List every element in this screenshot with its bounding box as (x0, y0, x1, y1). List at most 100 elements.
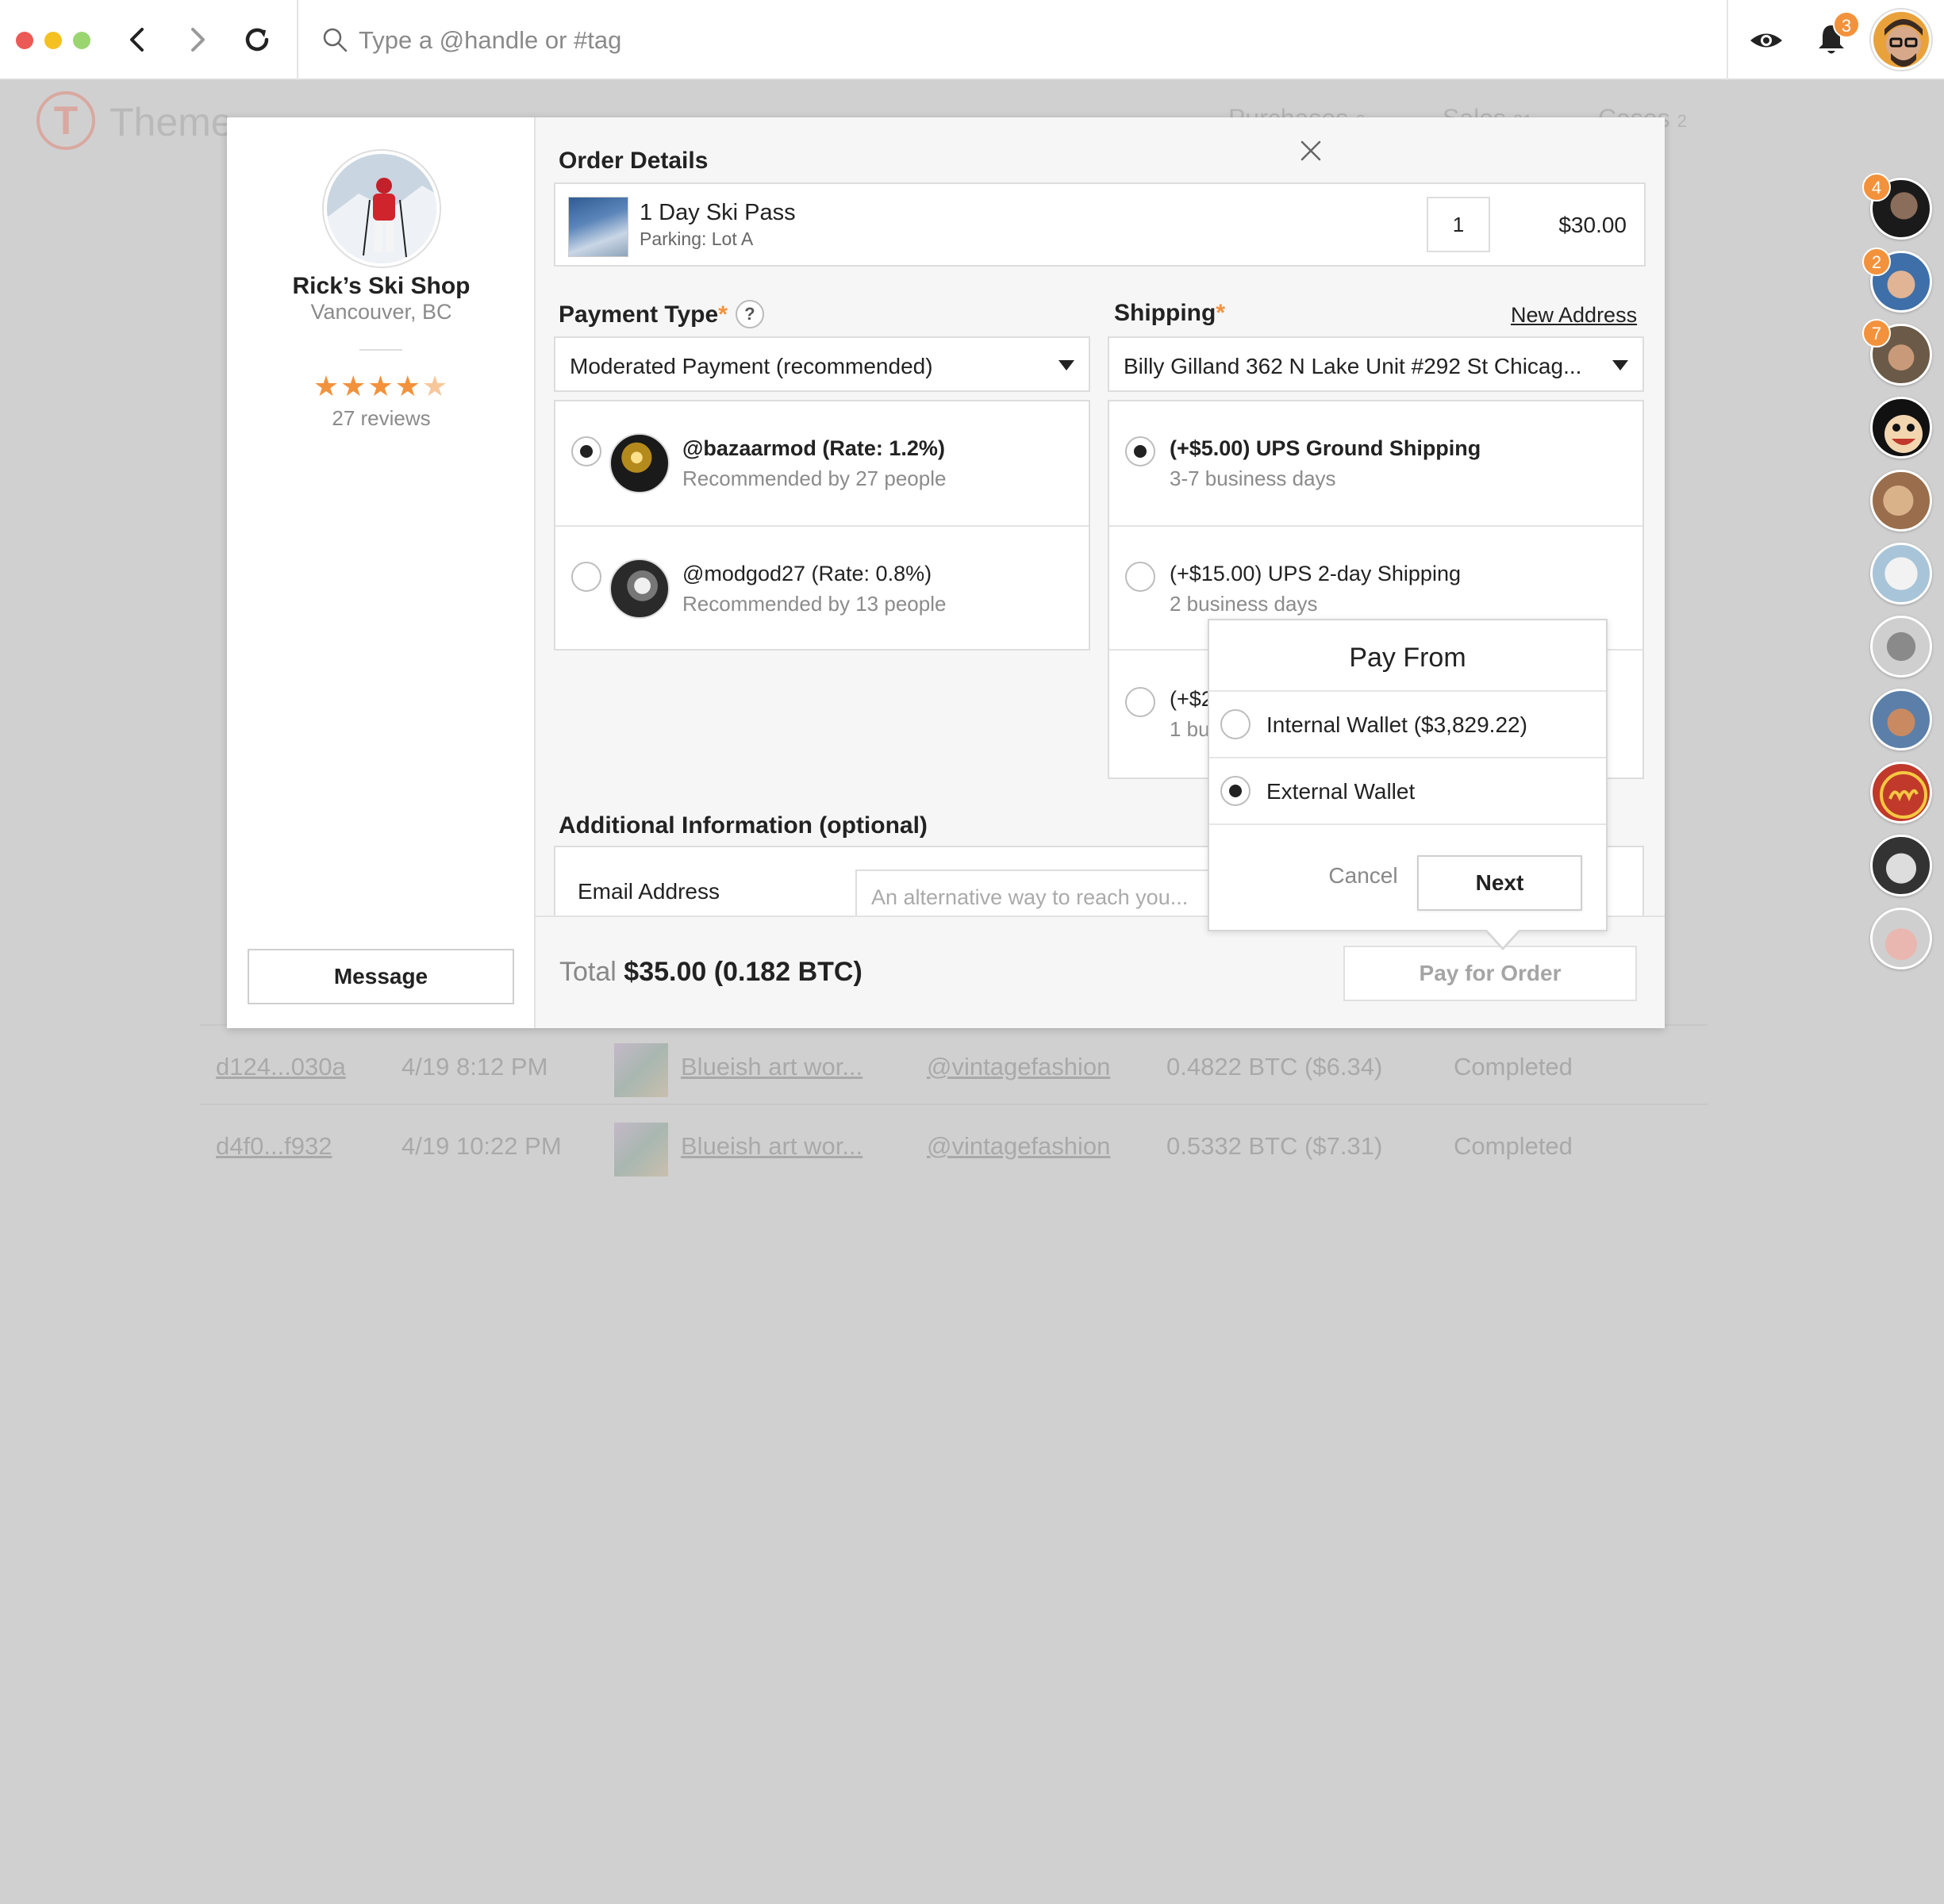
item-variant: Parking: Lot A (640, 228, 754, 249)
moderator-handle: @bazaarmod (682, 436, 816, 460)
toolbar-divider (297, 0, 298, 80)
friend-6-avatar[interactable] (1870, 543, 1932, 605)
friend-badge: 2 (1862, 248, 1891, 276)
moderator-avatar (609, 433, 670, 493)
wallet-option-external[interactable]: External Wallet (1209, 757, 1606, 823)
order-date: 4/19 10:22 PM (401, 1132, 562, 1160)
shipping-address-select[interactable]: Billy Gilland 362 N Lake Unit #292 St Ch… (1108, 336, 1644, 392)
item-thumbnail (614, 1123, 668, 1177)
browser-toolbar: 3 (0, 0, 1944, 80)
payment-type-text: Payment Type (559, 301, 719, 328)
back-icon[interactable] (121, 22, 156, 57)
order-total: Total $35.00 (0.182 BTC) (559, 957, 863, 988)
popover-arrow (1485, 930, 1520, 950)
additional-info-title: Additional Information (optional) (559, 812, 928, 839)
wallet-radio[interactable] (1220, 709, 1251, 739)
payment-type-label: Payment Type*? (559, 300, 764, 328)
shop-panel: Rick’s Ski Shop Vancouver, BC ★★★★★ 27 r… (227, 117, 536, 1028)
moderator-option[interactable]: @bazaarmod (Rate: 1.2%) Recommended by 2… (555, 401, 1089, 525)
divider (359, 349, 402, 351)
moderator-handle: @modgod27 (682, 562, 806, 585)
skier-avatar-icon (327, 154, 436, 263)
total-label: Total (559, 957, 617, 987)
shipping-radio[interactable] (1125, 687, 1155, 717)
shipping-option-title: (+$5.00) UPS Ground Shipping (1170, 436, 1481, 460)
table-row[interactable]: d4f0...f932 4/19 10:22 PM Blueish art wo… (200, 1104, 1708, 1183)
moderator-recommendations: Recommended by 27 people (682, 466, 947, 490)
friend-5-avatar[interactable] (1870, 470, 1932, 532)
store-link[interactable]: @vintagefashion (927, 1053, 1110, 1081)
moderator-radio[interactable] (571, 436, 601, 466)
shipping-option-time: 1 bu (1170, 717, 1210, 741)
order-item-row: 1 Day Ski Pass Parking: Lot A $30.00 (554, 182, 1646, 267)
payment-type-value: Moderated Payment (recommended) (570, 354, 933, 378)
friend-4-avatar[interactable] (1870, 397, 1932, 459)
order-date: 4/19 8:12 PM (401, 1053, 548, 1081)
shipping-option-title: (+$15.00) UPS 2-day Shipping (1170, 562, 1461, 585)
required-mark: * (718, 301, 728, 328)
item-thumbnail (568, 197, 628, 257)
shop-avatar[interactable] (324, 151, 440, 267)
shipping-label: Shipping* (1114, 300, 1225, 327)
quantity-field[interactable] (1427, 197, 1490, 252)
shipping-radio[interactable] (1125, 436, 1155, 466)
next-button[interactable]: Next (1417, 855, 1582, 911)
toolbar-divider (1727, 0, 1728, 80)
help-icon[interactable]: ? (735, 300, 764, 328)
refresh-icon[interactable] (240, 22, 275, 57)
user-avatar[interactable] (1871, 10, 1931, 70)
payment-type-select[interactable]: Moderated Payment (recommended) (554, 336, 1090, 392)
order-id-link[interactable]: d4f0...f932 (216, 1132, 332, 1161)
pay-for-order-button[interactable]: Pay for Order (1343, 946, 1637, 1001)
divider (1209, 823, 1606, 825)
wallet-label: External Wallet (1266, 779, 1416, 804)
friend-10-avatar[interactable] (1870, 835, 1932, 896)
shipping-text: Shipping (1114, 300, 1216, 326)
search-icon (323, 28, 348, 52)
friend-9-avatar[interactable] (1870, 762, 1932, 823)
star-rating: ★★★★★ (227, 370, 536, 403)
moderator-option[interactable]: @modgod27 (Rate: 0.8%) Recommended by 13… (555, 525, 1089, 649)
message-button[interactable]: Message (248, 949, 514, 1004)
app-logo: T (36, 91, 95, 150)
notification-count-badge: 3 (1833, 11, 1860, 38)
shop-name[interactable]: Rick’s Ski Shop (227, 273, 536, 300)
order-id-link[interactable]: d124...030a (216, 1053, 346, 1081)
moderator-name: @bazaarmod (Rate: 1.2%) (682, 436, 945, 461)
item-name: 1 Day Ski Pass (640, 200, 796, 225)
wallet-radio[interactable] (1220, 776, 1251, 806)
item-thumbnail (614, 1043, 668, 1097)
cancel-button[interactable]: Cancel (1298, 852, 1428, 900)
handle-search-input[interactable] (359, 22, 1628, 59)
moderator-radio[interactable] (571, 562, 601, 592)
required-mark: * (1216, 300, 1225, 326)
friend-badge: 7 (1862, 319, 1891, 347)
moderator-list: @bazaarmod (Rate: 1.2%) Recommended by 2… (554, 400, 1090, 651)
shipping-option-title: (+$2 (1170, 687, 1213, 711)
window-maximize-button[interactable] (73, 32, 90, 49)
order-details-title: Order Details (559, 148, 709, 174)
window-close-button[interactable] (16, 32, 33, 49)
moderator-name: @modgod27 (Rate: 0.8%) (682, 562, 932, 586)
friend-7-avatar[interactable] (1870, 616, 1932, 678)
friend-8-avatar[interactable] (1870, 689, 1932, 750)
forward-icon[interactable] (179, 22, 214, 57)
order-status: Completed (1454, 1132, 1573, 1160)
order-amount: 0.5332 BTC ($7.31) (1166, 1132, 1383, 1160)
store-link[interactable]: @vintagefashion (927, 1132, 1110, 1161)
table-row[interactable]: d124...030a 4/19 8:12 PM Blueish art wor… (200, 1024, 1708, 1104)
item-link[interactable]: Blueish art wor... (681, 1132, 863, 1161)
shipping-option[interactable]: (+$5.00) UPS Ground Shipping 3-7 busines… (1109, 401, 1642, 525)
pay-from-title: Pay From (1349, 643, 1466, 673)
item-link[interactable]: Blueish art wor... (681, 1053, 863, 1081)
window-minimize-button[interactable] (44, 32, 62, 49)
new-address-link[interactable]: New Address (1511, 303, 1637, 328)
friend-11-avatar[interactable] (1870, 908, 1932, 969)
wallet-option-internal[interactable]: Internal Wallet ($3,829.22) (1209, 690, 1606, 757)
review-count[interactable]: 27 reviews (227, 406, 536, 431)
friend-badge: 4 (1862, 173, 1891, 202)
order-amount: 0.4822 BTC ($6.34) (1166, 1053, 1383, 1081)
shipping-radio[interactable] (1125, 562, 1155, 592)
eye-icon[interactable] (1748, 25, 1785, 56)
close-icon[interactable] (1297, 136, 1325, 165)
